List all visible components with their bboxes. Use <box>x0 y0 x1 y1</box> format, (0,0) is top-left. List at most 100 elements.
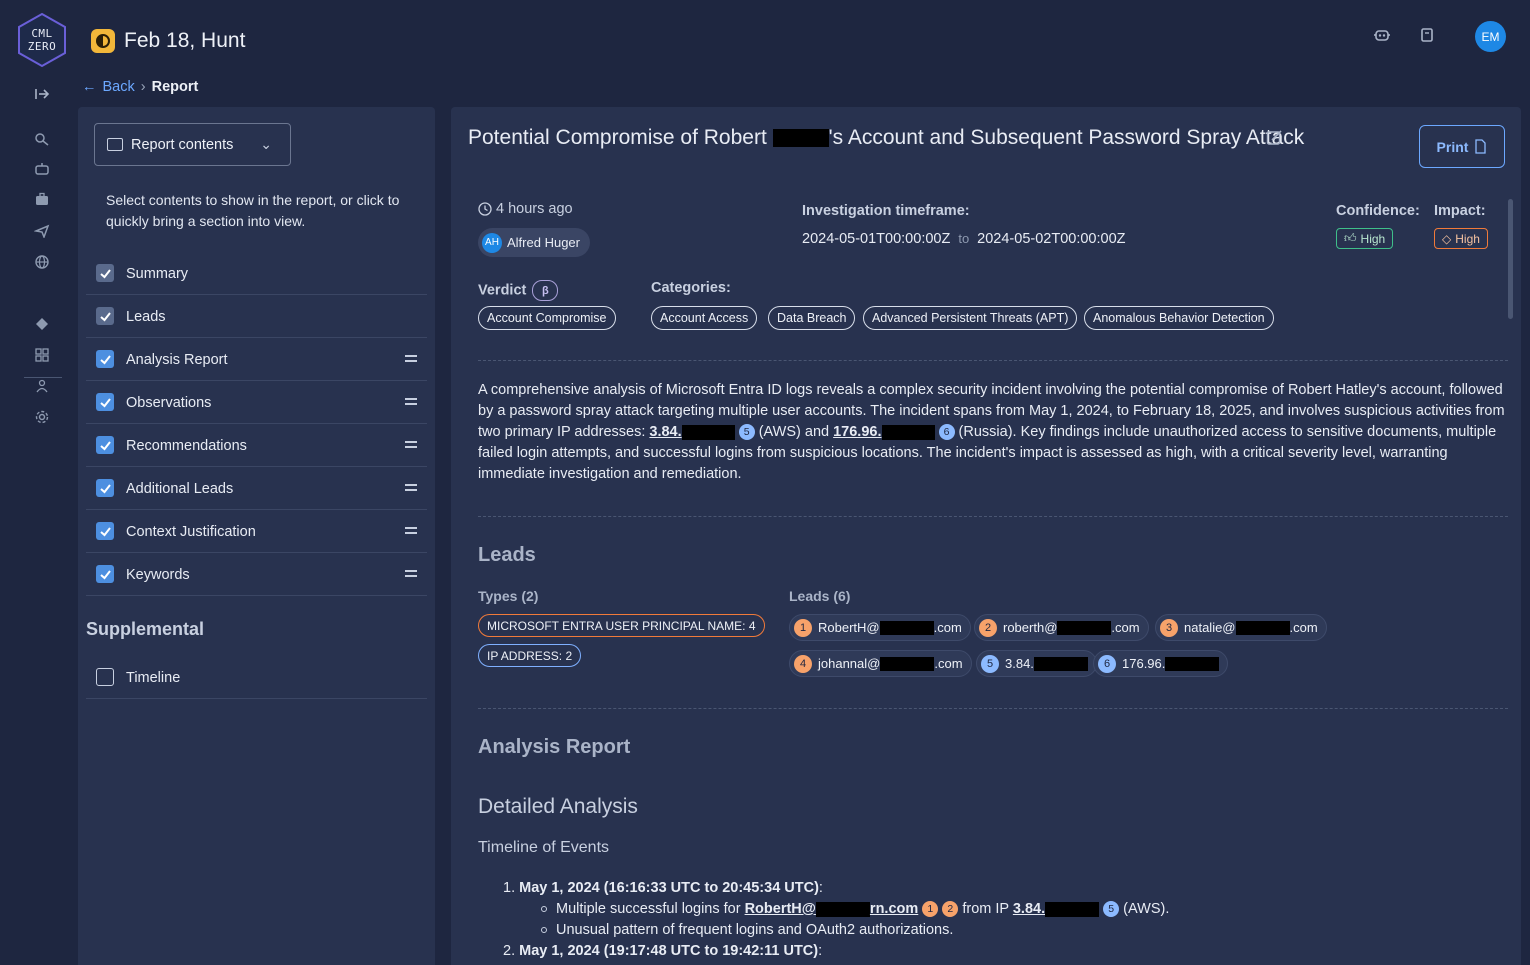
apps-nav-icon[interactable] <box>33 348 51 366</box>
section-label: Keywords <box>126 567 190 583</box>
drag-handle-icon[interactable] <box>405 527 417 534</box>
drag-handle-icon[interactable] <box>405 484 417 491</box>
section-row[interactable]: Additional Leads <box>86 467 427 510</box>
scrollbar[interactable] <box>1508 199 1513 319</box>
section-checkbox[interactable] <box>96 522 114 540</box>
lead-ref-badge[interactable]: 1 <box>922 901 939 918</box>
settings-nav-icon[interactable] <box>33 410 51 428</box>
expand-nav-icon[interactable] <box>33 87 51 105</box>
lead-ref-badge[interactable]: 5 <box>738 424 755 441</box>
bullet-icon <box>541 906 547 913</box>
lead-ref-badge[interactable]: 2 <box>942 901 959 918</box>
category-chip: Account Access <box>651 306 758 330</box>
redaction <box>881 424 935 440</box>
drag-handle-icon[interactable] <box>405 355 417 362</box>
drag-handle-icon[interactable] <box>405 441 417 448</box>
section-row[interactable]: Analysis Report <box>86 338 427 381</box>
section-label: Analysis Report <box>126 352 228 368</box>
timeline-bullet: Multiple successful logins for RobertH@ r… <box>541 901 1169 918</box>
type-chip[interactable]: IP ADDRESS: 2 <box>478 644 582 667</box>
lead-chip[interactable]: 4 johannal@ .com <box>789 650 972 677</box>
report-contents-panel: Report contents ⌄ Select contents to sho… <box>78 107 435 965</box>
categories-label: Categories: <box>651 280 731 296</box>
section-label: Recommendations <box>126 438 247 454</box>
timeline-checkbox[interactable] <box>96 668 114 686</box>
ip-link[interactable]: 3.84. <box>649 424 681 440</box>
app-logo[interactable]: CML ZERO <box>16 12 68 68</box>
section-row[interactable]: Summary <box>86 252 427 295</box>
impact-label: Impact: <box>1434 203 1486 219</box>
section-label: Context Justification <box>126 524 256 540</box>
alerts-nav-icon[interactable] <box>33 162 51 180</box>
bullet-icon <box>541 927 547 934</box>
report-panel: Potential Compromise of Robert 's Accoun… <box>451 107 1521 965</box>
logo-text: CML ZERO <box>27 27 57 53</box>
team-nav-icon[interactable] <box>33 379 51 397</box>
edit-icon[interactable] <box>1266 129 1284 147</box>
print-button[interactable]: Print <box>1419 125 1505 168</box>
lead-chip[interactable]: 3 natalie@ .com <box>1155 614 1327 641</box>
confidence-label: Confidence: <box>1336 203 1420 219</box>
lead-chip[interactable]: 1 RobertH@ .com <box>789 614 971 641</box>
verdict-label: Verdict β <box>478 280 559 301</box>
top-bar: CML ZERO Feb 18, Hunt EM <box>0 0 1530 80</box>
lead-ref-badge[interactable]: 6 <box>938 424 955 441</box>
confidence-badge: 👍︎ High <box>1336 228 1394 249</box>
hunt-nav-icon[interactable] <box>33 132 51 150</box>
lead-chip[interactable]: 6 176.96. <box>1093 650 1229 677</box>
left-nav <box>0 80 80 965</box>
timeline-item: 1. May 1, 2024 (16:16:33 UTC to 20:45:34… <box>503 880 823 896</box>
timeframe-label: Investigation timeframe: <box>802 203 970 219</box>
cases-nav-icon[interactable] <box>33 192 51 210</box>
hunt-icon <box>91 29 115 53</box>
user-link[interactable]: RobertH@ rn.com <box>745 901 919 917</box>
breadcrumb-separator-icon: › <box>140 79 146 95</box>
analysis-report-heading: Analysis Report <box>478 736 631 758</box>
section-label: Leads <box>126 309 166 325</box>
lead-chip[interactable]: 5 3.84. <box>976 650 1097 677</box>
section-row-timeline[interactable]: Timeline <box>86 656 427 699</box>
drag-handle-icon[interactable] <box>405 570 417 577</box>
report-title: Potential Compromise of Robert 's Accoun… <box>468 126 1305 149</box>
section-label: Timeline <box>126 670 181 686</box>
section-row[interactable]: Observations <box>86 381 427 424</box>
diamond-nav-icon[interactable] <box>33 317 51 335</box>
back-arrow-icon[interactable]: ← <box>82 79 97 95</box>
book-icon[interactable] <box>1417 27 1437 45</box>
ip-link[interactable]: 3.84. <box>1013 901 1045 917</box>
category-chip: Advanced Persistent Threats (APT) <box>863 306 1078 330</box>
author-pill[interactable]: AH Alfred Huger <box>478 228 590 257</box>
timeline-of-events-heading: Timeline of Events <box>478 839 610 856</box>
bot-icon[interactable] <box>1372 27 1392 45</box>
lead-chip[interactable]: 2 roberth@ .com <box>974 614 1149 641</box>
drag-handle-icon[interactable] <box>405 398 417 405</box>
report-timestamp: 4 hours ago <box>478 201 573 217</box>
category-chip: Data Breach <box>768 306 856 330</box>
report-contents-dropdown[interactable]: Report contents ⌄ <box>94 123 291 166</box>
section-checkbox[interactable] <box>96 479 114 497</box>
globe-nav-icon[interactable] <box>33 255 51 273</box>
type-chip[interactable]: MICROSOFT ENTRA USER PRINCIPAL NAME: 4 <box>478 614 765 637</box>
section-checkbox[interactable] <box>96 350 114 368</box>
ip-link[interactable]: 176.96. <box>833 424 881 440</box>
divider <box>478 516 1508 517</box>
back-link[interactable]: Back <box>103 79 135 95</box>
author-name: Alfred Huger <box>507 235 580 250</box>
category-chip: Anomalous Behavior Detection <box>1084 306 1274 330</box>
section-checkbox[interactable] <box>96 393 114 411</box>
redaction <box>772 129 829 148</box>
lead-ref-badge[interactable]: 5 <box>1103 901 1120 918</box>
section-row[interactable]: Recommendations <box>86 424 427 467</box>
section-checkbox[interactable] <box>96 565 114 583</box>
share-nav-icon[interactable] <box>33 224 51 242</box>
divider <box>478 708 1508 709</box>
report-contents-label: Report contents <box>131 136 234 153</box>
section-row[interactable]: Keywords <box>86 553 427 596</box>
leads-heading: Leads <box>478 544 536 566</box>
section-checkbox[interactable] <box>96 436 114 454</box>
section-label: Summary <box>126 266 189 282</box>
section-row[interactable]: Leads <box>86 295 427 338</box>
chevron-down-icon: ⌄ <box>260 136 272 152</box>
user-avatar[interactable]: EM <box>1475 21 1506 52</box>
section-row[interactable]: Context Justification <box>86 510 427 553</box>
